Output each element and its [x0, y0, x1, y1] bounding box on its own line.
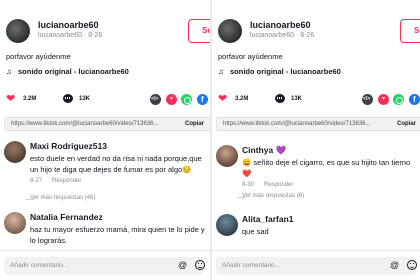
commenter-avatar[interactable] — [216, 214, 238, 236]
emoji-icon[interactable] — [195, 260, 205, 270]
commenter-name[interactable]: Natalia Fernandez — [30, 212, 103, 222]
comment-text-line: 😀 señito deje el cigarro, es que su hiji… — [242, 158, 411, 167]
commenter-name[interactable]: Alita_farfan1 — [242, 214, 294, 224]
heart-icon[interactable]: ❤ — [218, 93, 227, 105]
comment-meta: 8-27 Responder — [30, 178, 81, 184]
facebook-icon[interactable] — [197, 94, 208, 105]
sound-link[interactable]: ♫ sonido original - lucianoarbe60 — [218, 67, 341, 76]
comment-text-line: lo lograrás. — [30, 236, 68, 245]
author-name[interactable]: lucianoarbe60 — [250, 20, 311, 30]
author-meta: lucianoarbe60 · 8-26 — [250, 32, 315, 39]
comment-date: 8-30 — [242, 182, 255, 188]
author-name[interactable]: lucianoarbe60 — [38, 20, 99, 30]
copy-link-button[interactable]: Copiar — [397, 121, 416, 127]
commenter-avatar[interactable] — [216, 145, 238, 167]
add-comment-input[interactable]: Añadir comentario... @ — [216, 257, 417, 275]
comment-text-line: esto duele en verdad no da risa ni nada … — [30, 154, 202, 163]
add-comment-input[interactable]: Añadir comentario... @ — [4, 257, 205, 275]
author-row: lucianoarbe60 lucianoarbe60 · 8-26 Segui… — [218, 19, 420, 45]
comment-text-line: ❤️ — [242, 169, 252, 178]
embed-icon[interactable] — [150, 94, 161, 105]
heart-icon[interactable]: ❤ — [6, 93, 15, 105]
commenter-name[interactable]: Cinthya 💜 — [242, 145, 286, 156]
comment-composer: Añadir comentario... @ — [0, 250, 210, 280]
video-link-box: https://www.tiktok.com/@lucianoarbe60/vi… — [4, 117, 210, 131]
right-panel: lucianoarbe60 lucianoarbe60 · 8-26 Segui… — [212, 0, 420, 280]
add-comment-placeholder: Añadir comentario... — [222, 262, 281, 269]
author-avatar[interactable] — [6, 19, 30, 43]
sound-label: sonido original - lucianoarbe60 — [230, 67, 341, 76]
embed-icon[interactable] — [362, 94, 373, 105]
author-row: lucianoarbe60 lucianoarbe60 · 8-26 Segui… — [6, 19, 210, 45]
whatsapp-icon[interactable] — [181, 94, 192, 105]
action-bar: ❤ 3.2M 13K — [218, 93, 420, 107]
copy-link-button[interactable]: Copiar — [185, 121, 204, 127]
left-panel: lucianoarbe60 lucianoarbe60 · 8-26 Segui… — [0, 0, 210, 280]
video-caption: porfavor ayúdenme — [218, 52, 283, 61]
commenter-name[interactable]: Maxi Rodriguez513 — [30, 141, 107, 151]
at-icon[interactable]: @ — [390, 260, 399, 270]
add-comment-placeholder: Añadir comentario... — [10, 262, 69, 269]
video-link[interactable]: https://www.tiktok.com/@lucianoarbe60/vi… — [223, 121, 371, 127]
like-count: 3.2M — [235, 96, 249, 102]
comment-composer: Añadir comentario... @ — [212, 250, 420, 280]
comment-icon[interactable] — [275, 94, 285, 103]
commenter-avatar[interactable] — [4, 141, 26, 163]
comment-count: 13K — [79, 96, 91, 102]
view-more-replies[interactable]: Ver más respuestas (6) — [242, 193, 304, 199]
emoji-icon[interactable] — [407, 260, 417, 270]
reply-button[interactable]: Responder — [264, 182, 293, 188]
like-count: 3.2M — [23, 96, 37, 102]
comment-icon[interactable] — [63, 94, 73, 103]
view-more-replies[interactable]: Ver más respuestas (46) — [30, 195, 95, 201]
sound-link[interactable]: ♫ sonido original - lucianoarbe60 — [6, 67, 129, 76]
action-bar: ❤ 3.2M 13K — [6, 93, 210, 107]
author-avatar[interactable] — [218, 19, 242, 43]
follow-button[interactable]: Seguir — [188, 19, 210, 43]
video-link[interactable]: https://www.tiktok.com/@lucianoarbe60/vi… — [11, 121, 159, 127]
reply-button[interactable]: Responder — [52, 178, 81, 184]
comment-count: 13K — [291, 96, 303, 102]
music-note-icon: ♫ — [6, 67, 12, 76]
send-icon[interactable] — [378, 94, 389, 105]
send-icon[interactable] — [166, 94, 177, 105]
follow-button[interactable]: Seguir — [400, 19, 420, 43]
video-caption: porfavor ayúdenme — [6, 52, 71, 61]
sound-label: sonido original - lucianoarbe60 — [18, 67, 129, 76]
at-icon[interactable]: @ — [178, 260, 187, 270]
comment-text-line: haz tu mayor esfuerzo mamá, mira quien t… — [30, 225, 205, 234]
comment-text-line: que sad — [242, 227, 269, 236]
music-note-icon: ♫ — [218, 67, 224, 76]
facebook-icon[interactable] — [409, 94, 420, 105]
author-meta: lucianoarbe60 · 8-26 — [38, 32, 103, 39]
comment-date: 8-27 — [30, 178, 43, 184]
video-link-box: https://www.tiktok.com/@lucianoarbe60/vi… — [216, 117, 420, 131]
comment-meta: 8-30 Responder — [242, 182, 293, 188]
comment-text-line: un hijo te diga que dejes de fumar es po… — [30, 165, 192, 174]
whatsapp-icon[interactable] — [393, 94, 404, 105]
commenter-avatar[interactable] — [4, 212, 26, 234]
